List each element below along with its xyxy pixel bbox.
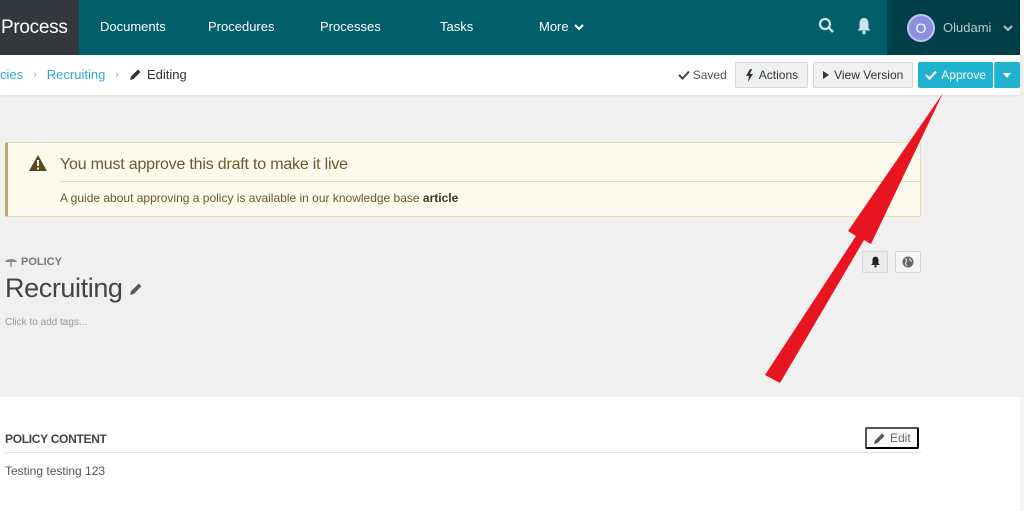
article-link[interactable]: article [423,191,458,205]
pencil-icon [874,433,885,444]
actions-label: Actions [758,68,799,82]
section-title: POLICY CONTENT [5,432,107,446]
document-title[interactable]: Recruiting [5,273,143,304]
check-icon [678,70,690,80]
nav-documents[interactable]: Documents [100,19,166,34]
avatar: O [907,13,935,42]
bell-icon [870,256,880,268]
breadcrumb-current: Editing [129,67,187,82]
breadcrumb-policies[interactable]: cies [0,67,23,82]
top-navigation: Process Documents Procedures Processes T… [0,0,1024,55]
view-version-label: View Version [834,68,904,82]
user-menu[interactable]: O Oludami [887,0,1020,55]
brand-logo[interactable]: Process [0,0,79,55]
nav-procedures[interactable]: Procedures [208,19,274,34]
approve-button[interactable]: Approve [918,62,993,88]
document-type-label: POLICY [21,256,62,268]
tags-input[interactable]: Click to add tags... [5,317,87,328]
approve-dropdown-toggle[interactable] [994,62,1020,88]
policy-content-body: Testing testing 123 [5,464,106,478]
chevron-down-icon [573,23,584,30]
search-icon[interactable] [818,17,835,39]
policy-content-section: POLICY CONTENT Edit Testing testing 123 [0,397,1020,511]
actions-button[interactable]: Actions [734,62,809,88]
nav-processes[interactable]: Processes [320,19,381,34]
chevron-right-icon: › [33,68,37,81]
sub-header: cies › Recruiting › Editing Saved Action… [0,55,1020,95]
alert-title: You must approve this draft to make it l… [60,156,348,173]
bolt-icon [745,68,753,82]
public-visibility-button[interactable] [895,251,921,273]
play-icon [823,71,830,79]
approval-alert: You must approve this draft to make it l… [5,142,921,217]
pencil-icon[interactable] [129,282,143,296]
toolbar: Saved Actions View Version Approve [678,62,1020,88]
breadcrumb-current-label: Editing [147,67,187,82]
pencil-icon [130,69,141,80]
saved-status: Saved [678,68,727,82]
annotation-arrow-shape [765,93,943,383]
section-divider [5,452,921,453]
breadcrumb-recruiting[interactable]: Recruiting [47,67,106,82]
nav-tasks[interactable]: Tasks [440,19,473,34]
umbrella-icon [5,258,17,267]
user-name: Oludami [943,20,992,35]
view-version-button[interactable]: View Version [813,62,914,88]
edit-content-button[interactable]: Edit [865,427,919,449]
chevron-right-icon: › [115,68,119,81]
caret-down-icon [1003,72,1011,78]
warning-icon [29,155,47,171]
nav-edge [1020,0,1024,55]
alert-body: A guide about approving a policy is avai… [60,191,458,205]
alert-body-text: A guide about approving a policy is avai… [60,191,423,205]
globe-icon [902,256,914,268]
right-edge [1020,397,1024,511]
breadcrumb: cies › Recruiting › Editing [0,67,187,82]
notifications-toggle-button[interactable] [862,251,888,273]
document-title-text: Recruiting [5,273,123,303]
bell-icon[interactable] [856,17,872,40]
nav-more[interactable]: More [539,19,584,34]
saved-label: Saved [692,68,727,82]
check-icon [925,70,938,80]
approve-label: Approve [941,68,986,82]
document-type: POLICY [5,256,62,268]
edit-label: Edit [890,431,911,445]
nav-more-label: More [539,19,569,34]
alert-divider [60,181,920,182]
chevron-down-icon [1003,24,1014,31]
